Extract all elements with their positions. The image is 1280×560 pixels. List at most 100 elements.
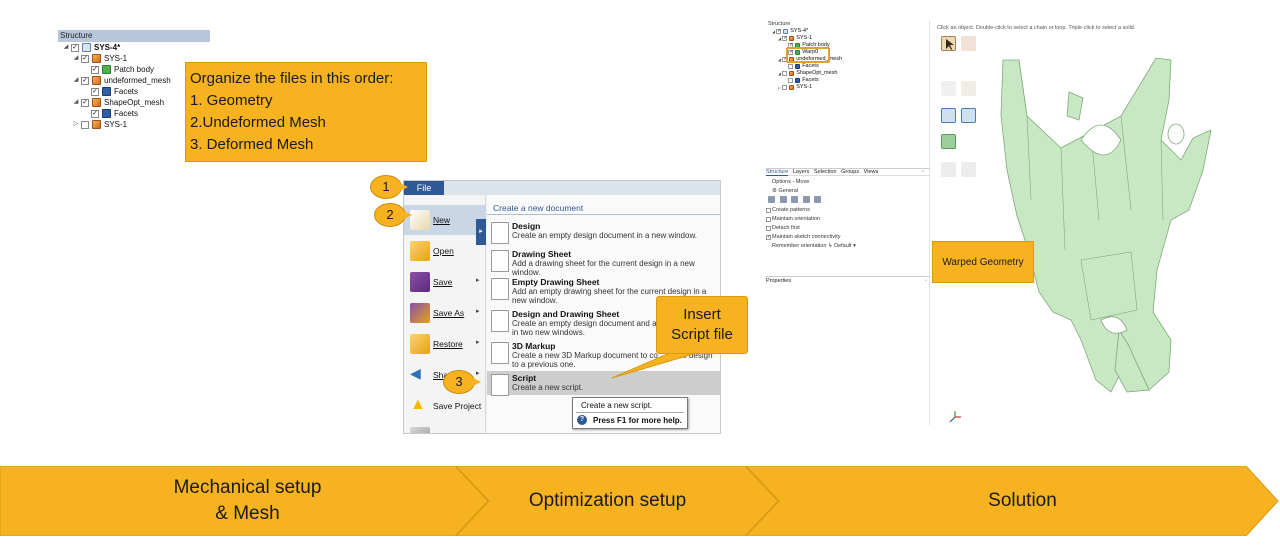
ansys-logo-icon: ▲ xyxy=(410,396,426,413)
new-item-description: Create an empty design document in a new… xyxy=(512,231,697,240)
file-menu-save-project[interactable]: ▲ Save Project xyxy=(404,391,486,421)
file-menu-restore[interactable]: Restore ▸ xyxy=(404,329,486,359)
file-menu-titlebar xyxy=(404,181,720,195)
expand-arrow-icon[interactable]: ◢ xyxy=(777,56,782,63)
visibility-checkbox[interactable] xyxy=(81,121,89,129)
script-document-icon xyxy=(491,374,509,396)
orientation-dropdown[interactable]: ↳ Default ▾ xyxy=(828,243,856,249)
expand-arrow-icon[interactable]: ◢ xyxy=(771,28,776,35)
app-structure-item-row[interactable]: Facets xyxy=(768,63,928,70)
visibility-checkbox[interactable] xyxy=(782,85,788,90)
app-structure-item-label: SYS-4* xyxy=(790,28,809,34)
solid-body-icon xyxy=(102,65,111,74)
move-tool-icon-3[interactable] xyxy=(791,196,799,203)
move-tool-icon-5[interactable] xyxy=(814,196,822,203)
panel-pin-icon[interactable]: ▫ xyxy=(922,169,924,176)
app-structure-item-row[interactable]: ◢ ✓ SYS-4* xyxy=(768,28,928,35)
design-viewport[interactable]: Click an object. Double-click to select … xyxy=(931,20,1230,425)
app-structure-item-row[interactable]: ◢ ShapeOpt_mesh xyxy=(768,70,928,77)
option-row[interactable]: Maintain orientation xyxy=(766,215,930,224)
visibility-checkbox[interactable]: ✓ xyxy=(776,29,782,34)
options-general[interactable]: ⚙ General xyxy=(766,187,930,196)
tab-views[interactable]: Views xyxy=(864,169,879,175)
expand-arrow-icon[interactable]: ▷ xyxy=(72,119,80,130)
file-menu-print[interactable]: Print ▸ xyxy=(404,422,486,433)
design-root-icon xyxy=(82,43,91,52)
new-submenu-arrow-icon[interactable]: ▸ xyxy=(476,219,486,245)
new-design-item[interactable]: Design Create an empty design document in… xyxy=(487,219,720,247)
new-document-icon xyxy=(410,210,430,230)
move-tool-icon-2[interactable] xyxy=(779,196,787,203)
visibility-checkbox[interactable] xyxy=(782,71,788,76)
visibility-checkbox[interactable]: ✓ xyxy=(81,55,89,63)
file-menu-item-label: New xyxy=(433,215,451,225)
component-icon xyxy=(92,54,101,63)
expand-arrow-icon[interactable]: ◢ xyxy=(777,35,782,42)
general-gear-icon: ⚙ xyxy=(772,188,777,194)
design-root-icon xyxy=(783,29,788,34)
tab-selection[interactable]: Selection xyxy=(814,169,837,175)
visibility-checkbox[interactable] xyxy=(788,78,794,83)
new-drawing-sheet-item[interactable]: Drawing Sheet Add a drawing sheet for the… xyxy=(487,247,720,277)
orientation-default-value: Default xyxy=(834,243,852,249)
file-menu-new[interactable]: New xyxy=(404,205,486,235)
structure-item-label: Facets xyxy=(114,87,139,96)
tab-groups[interactable]: Groups xyxy=(841,169,859,175)
tab-structure[interactable]: Structure xyxy=(766,169,789,176)
expand-arrow-icon[interactable]: ▷ xyxy=(777,84,782,91)
option-checkbox[interactable] xyxy=(766,208,771,213)
move-tool-icon-4[interactable] xyxy=(802,196,810,203)
submenu-arrow-icon: ▸ xyxy=(476,431,480,433)
remember-orientation-row: Remember orientation ↳ Default ▾ xyxy=(766,242,930,251)
drawing-sheet-icon xyxy=(491,250,509,272)
app-structure-item-label: SYS-1 xyxy=(796,84,813,90)
new-item-title: Empty Drawing Sheet xyxy=(512,277,600,287)
expand-arrow-icon[interactable]: ◢ xyxy=(72,53,80,64)
visibility-checkbox[interactable]: ✓ xyxy=(71,44,79,52)
file-menu-save-as[interactable]: Save As ▸ xyxy=(404,298,486,328)
step-badge-3-pointer xyxy=(473,378,481,386)
tab-layers[interactable]: Layers xyxy=(793,169,810,175)
expand-arrow-icon[interactable]: ◢ xyxy=(72,75,80,86)
step-solution: Solution xyxy=(988,490,1057,511)
expand-arrow-icon[interactable]: ◢ xyxy=(62,42,70,53)
option-row[interactable]: ✓ Maintain sketch connectivity xyxy=(766,233,930,242)
move-tool-icon-1[interactable] xyxy=(768,196,775,203)
warped-geometry-model[interactable] xyxy=(931,20,1230,425)
visibility-checkbox[interactable]: ✓ xyxy=(81,99,89,107)
component-icon xyxy=(92,120,101,129)
visibility-checkbox[interactable] xyxy=(788,64,794,69)
visibility-checkbox[interactable]: ✓ xyxy=(91,66,99,74)
file-menu-item-label: Save xyxy=(433,277,453,287)
new-script-item[interactable]: Script Create a new script. xyxy=(487,371,720,396)
file-menu-commands: NewOpenSave▸Save As▸Restore▸◀Share▸▲Save… xyxy=(404,195,486,433)
visibility-checkbox[interactable]: ✓ xyxy=(782,36,788,41)
expand-arrow-icon[interactable]: ◢ xyxy=(72,97,80,108)
visibility-checkbox[interactable]: ✓ xyxy=(81,77,89,85)
step-badge-2-pointer xyxy=(404,211,412,219)
visibility-checkbox[interactable]: ✓ xyxy=(91,88,99,96)
app-structure-item-row[interactable]: ▷ SYS-1 xyxy=(768,84,928,91)
visibility-checkbox[interactable]: ✓ xyxy=(91,110,99,118)
option-checkbox[interactable] xyxy=(766,217,771,222)
insert-line-2: Script file xyxy=(671,326,733,343)
structure-item-row[interactable]: ◢ ✓ SYS-4* xyxy=(58,42,210,53)
app-structure-item-row[interactable]: Facets xyxy=(768,77,928,84)
file-menu-save[interactable]: Save ▸ xyxy=(404,267,486,297)
organize-line-2: 1. Geometry xyxy=(190,92,273,109)
file-menu-open[interactable]: Open xyxy=(404,236,486,266)
new-item-title: Design xyxy=(512,221,541,231)
file-tab[interactable]: File xyxy=(404,181,444,195)
expand-arrow-icon[interactable]: ◢ xyxy=(777,70,782,77)
option-row[interactable]: Create patterns xyxy=(766,206,930,215)
option-label: Detach first xyxy=(772,225,800,231)
properties-pin-icon[interactable]: ▫ xyxy=(925,277,927,285)
structure-item-label: Patch body xyxy=(114,65,155,74)
option-checkbox[interactable] xyxy=(766,226,771,231)
option-row[interactable]: Detach first xyxy=(766,224,930,233)
option-label: Create patterns xyxy=(772,207,810,213)
option-checkbox[interactable]: ✓ xyxy=(766,235,771,240)
new-item-title: Drawing Sheet xyxy=(512,249,572,259)
app-structure-item-row[interactable]: ◢ ✓ SYS-1 xyxy=(768,35,928,42)
model-faces xyxy=(1000,57,1212,393)
